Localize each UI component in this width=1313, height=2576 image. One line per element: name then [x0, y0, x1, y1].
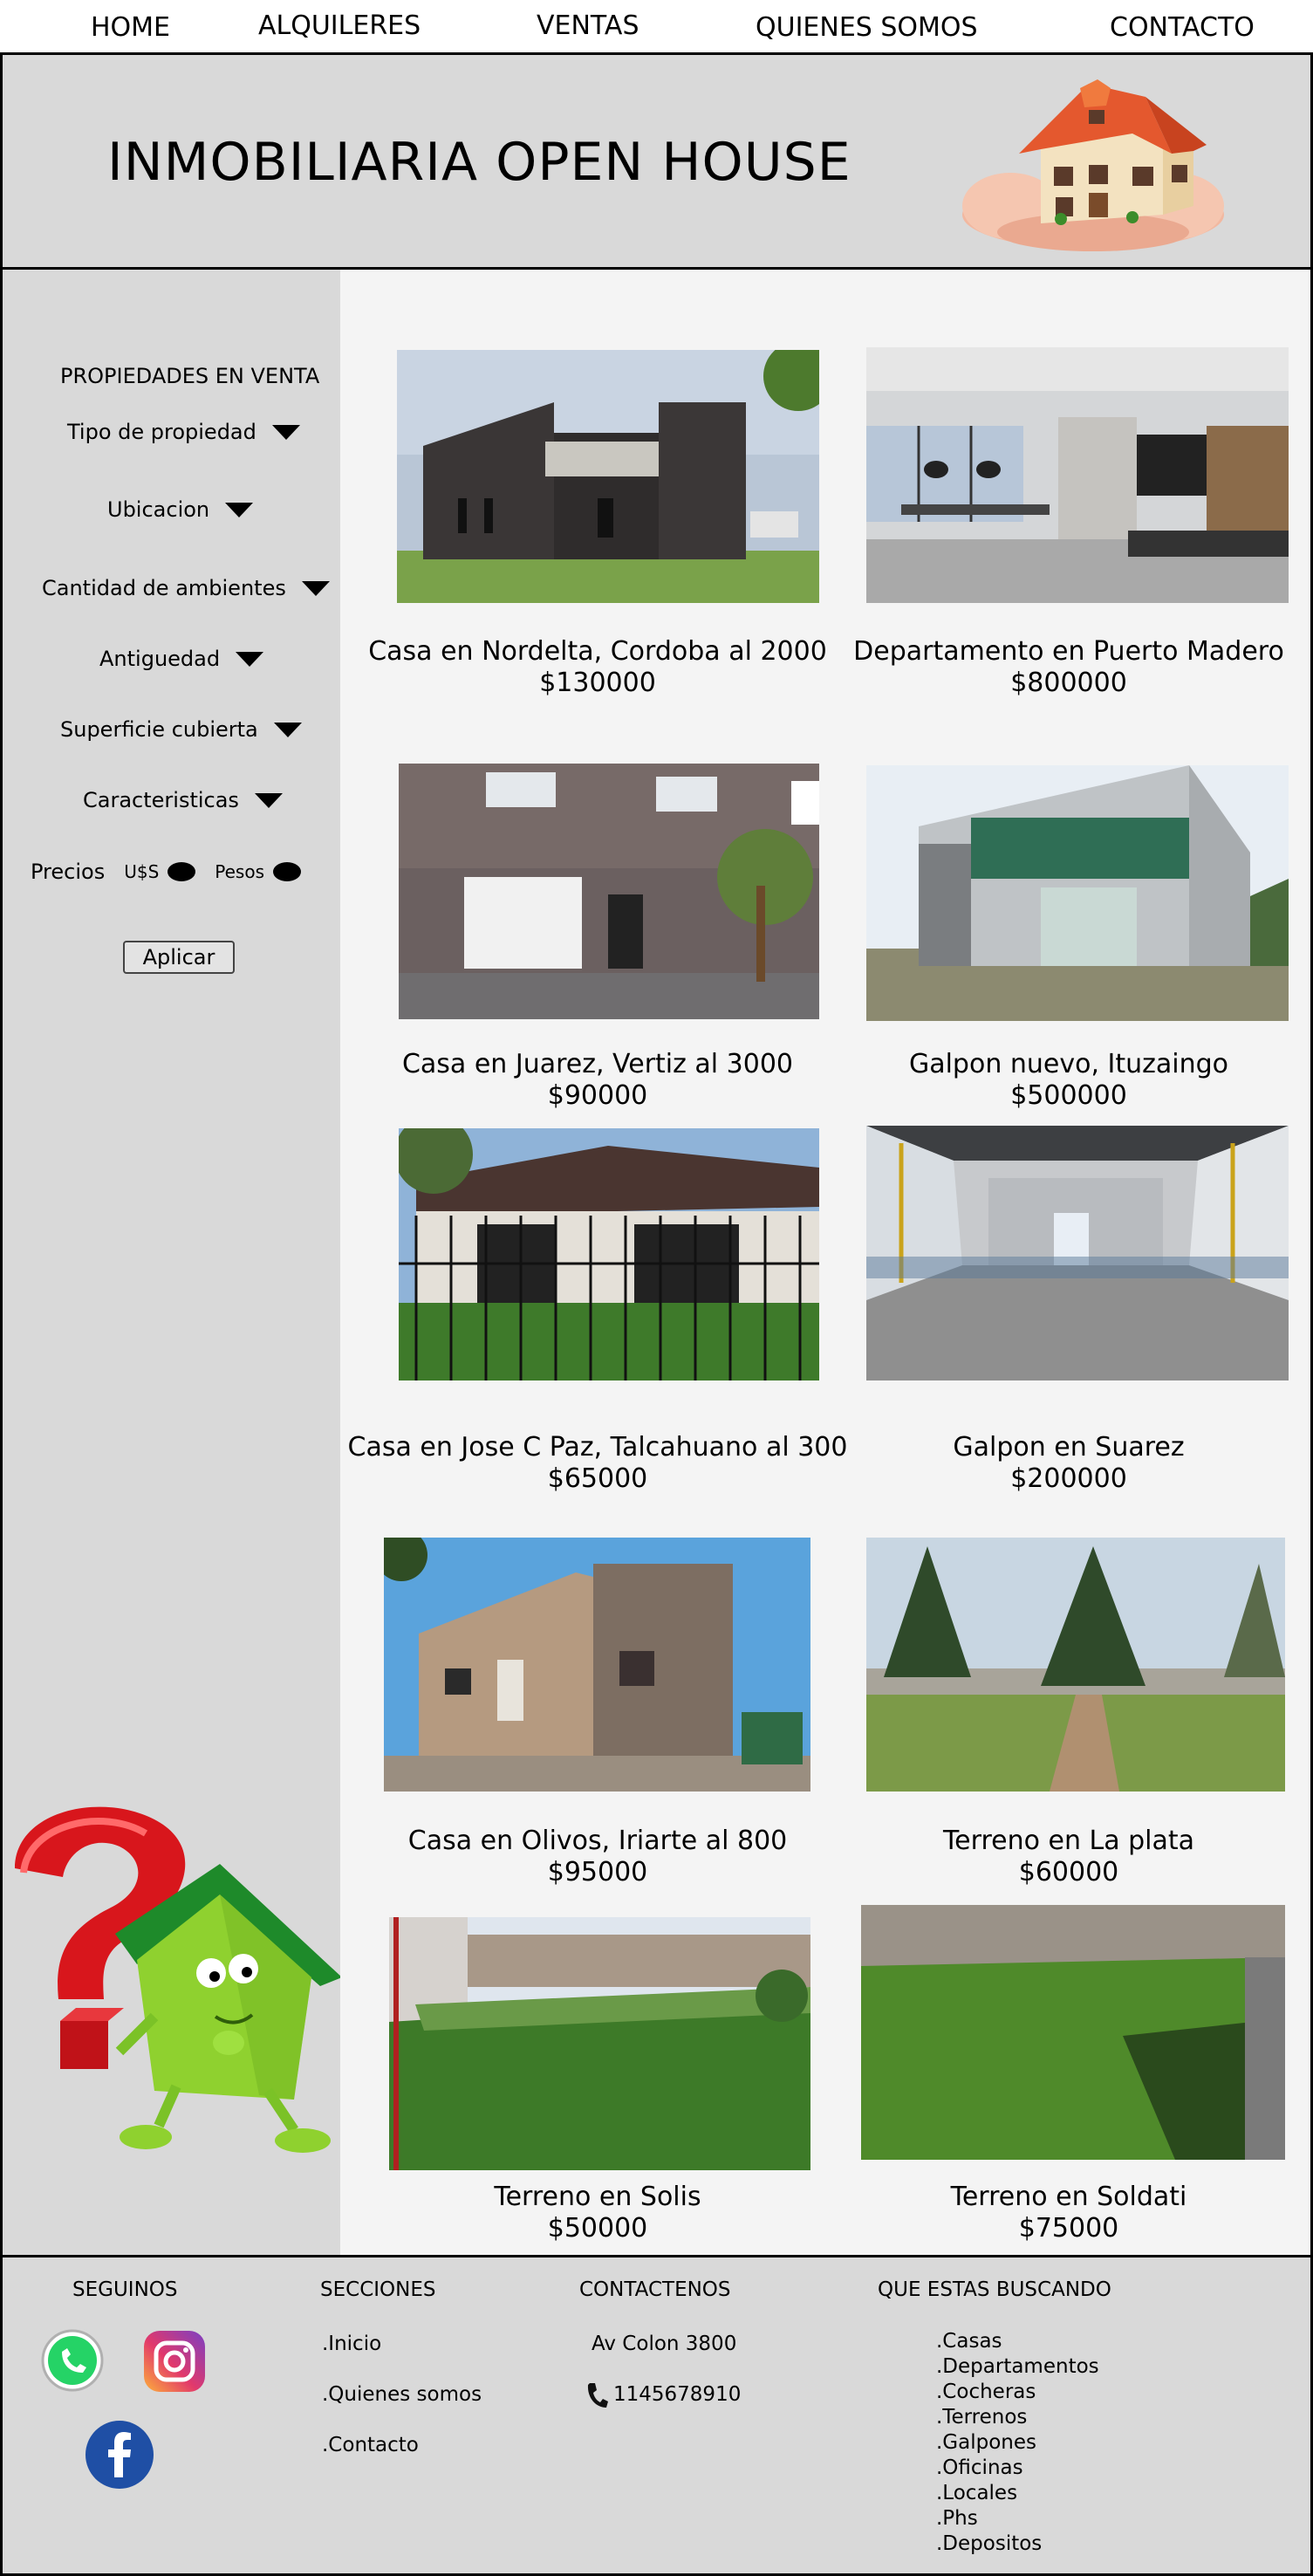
dropdown-arrow-icon [273, 722, 302, 737]
listing-price: $60000 [1018, 1857, 1119, 1887]
question-house-illustration [15, 1806, 342, 2153]
listing-photo-depto-puerto-madero[interactable] [866, 347, 1289, 603]
filter-ubicacion[interactable]: Ubicacion [107, 497, 254, 522]
filter-label: Caracteristicas [83, 788, 239, 812]
listing-title[interactable]: Galpon en Suarez [824, 1432, 1313, 1463]
listing-price: $65000 [547, 1463, 648, 1494]
top-nav: HOME ALQUILERES VENTAS QUIENES SOMOS CON… [0, 0, 1313, 55]
listing-price: $130000 [539, 668, 656, 698]
nav-quienes-somos[interactable]: QUIENES SOMOS [756, 12, 978, 43]
listing-title[interactable]: Galpon nuevo, Ituzaingo [824, 1049, 1313, 1079]
listing-title[interactable]: Terreno en La plata [824, 1826, 1313, 1856]
whatsapp-icon[interactable] [39, 2327, 106, 2394]
sidebar-heading: PROPIEDADES EN VENTA [60, 364, 320, 388]
footer-contact-heading: CONTACTENOS [579, 2278, 731, 2301]
dropdown-arrow-icon [254, 792, 283, 808]
listing-price: $90000 [547, 1080, 648, 1111]
footer-search-item[interactable]: .Departamentos [936, 2354, 1099, 2380]
footer-search-item[interactable]: .Casas [936, 2329, 1099, 2354]
dropdown-arrow-icon [236, 651, 264, 667]
filter-antiguedad[interactable]: Antiguedad [99, 647, 264, 671]
footer-search-item[interactable]: .Oficinas [936, 2456, 1099, 2481]
filter-superficie-cubierta[interactable]: Superficie cubierta [60, 717, 302, 742]
footer-search-item[interactable]: .Depositos [936, 2531, 1099, 2557]
dropdown-arrow-icon [225, 502, 254, 517]
footer-phone[interactable]: 1145678910 [613, 2383, 741, 2406]
dropdown-arrow-icon [271, 424, 300, 440]
listing-photo-casa-juarez[interactable] [399, 764, 819, 1019]
listing-title[interactable]: Casa en Olivos, Iriarte al 800 [340, 1826, 855, 1856]
filter-label: Tipo de propiedad [67, 420, 256, 444]
footer-link-contacto[interactable]: .Contacto [322, 2434, 419, 2456]
listing-photo-terreno-solis[interactable] [389, 1917, 810, 2170]
listing-photo-casa-jose-c-paz[interactable] [399, 1128, 819, 1380]
nav-home[interactable]: HOME [91, 12, 170, 43]
footer-search-item[interactable]: .Phs [936, 2506, 1099, 2531]
listing-title[interactable]: Casa en Nordelta, Cordoba al 2000 [340, 636, 855, 667]
footer-link-inicio[interactable]: .Inicio [322, 2333, 381, 2355]
site-title: INMOBILIARIA OPEN HOUSE [107, 132, 851, 193]
price-currency-selector: Precios U$S Pesos [31, 860, 302, 884]
listing-price: $800000 [1010, 668, 1127, 698]
listing-photo-casa-nordelta[interactable] [397, 350, 819, 603]
listing-price: $200000 [1010, 1463, 1127, 1494]
house-in-hands-logo [962, 79, 1224, 251]
filter-cantidad-de-ambientes[interactable]: Cantidad de ambientes [42, 576, 330, 600]
footer-search-item[interactable]: .Cocheras [936, 2380, 1099, 2405]
pesos-label: Pesos [215, 861, 265, 882]
footer-search-item[interactable]: .Galpones [936, 2430, 1099, 2456]
footer-search-item[interactable]: .Terrenos [936, 2405, 1099, 2430]
listing-price: $75000 [1018, 2213, 1119, 2244]
listing-title[interactable]: Departamento en Puerto Madero [824, 636, 1313, 667]
listing-title[interactable]: Terreno en Solis [340, 2182, 855, 2212]
filter-label: Cantidad de ambientes [42, 576, 286, 600]
listing-photo-galpon-suarez[interactable] [866, 1126, 1289, 1380]
listings-grid: Casa en Nordelta, Cordoba al 2000 $13000… [340, 270, 1313, 2257]
nav-alquileres[interactable]: ALQUILERES [258, 10, 421, 41]
footer-search-heading: QUE ESTAS BUSCANDO [878, 2278, 1111, 2301]
nav-contacto[interactable]: CONTACTO [1110, 12, 1255, 43]
listing-photo-terreno-la-plata[interactable] [866, 1538, 1285, 1792]
filter-label: Antiguedad [99, 647, 221, 671]
footer-address: Av Colon 3800 [592, 2333, 737, 2355]
filter-label: Ubicacion [107, 497, 210, 522]
usd-radio[interactable] [168, 862, 196, 881]
filter-label: Superficie cubierta [60, 717, 258, 742]
listing-title[interactable]: Casa en Juarez, Vertiz al 3000 [340, 1049, 855, 1079]
listing-price: $50000 [547, 2213, 648, 2244]
site-header: INMOBILIARIA OPEN HOUSE [0, 55, 1313, 270]
footer-search-list: .Casas .Departamentos .Cocheras .Terreno… [936, 2329, 1099, 2557]
instagram-icon[interactable] [142, 2329, 207, 2394]
filters-sidebar: PROPIEDADES EN VENTA Tipo de propiedad U… [0, 270, 342, 2257]
footer-sections-heading: SECCIONES [320, 2278, 436, 2301]
usd-label: U$S [124, 861, 160, 882]
filter-caracteristicas[interactable]: Caracteristicas [83, 788, 283, 812]
listing-photo-terreno-soldati[interactable] [861, 1905, 1285, 2160]
footer-follow-heading: SEGUINOS [72, 2278, 178, 2301]
phone-icon [587, 2383, 608, 2408]
listing-title[interactable]: Casa en Jose C Paz, Talcahuano al 300 [340, 1432, 855, 1463]
site-footer: SEGUINOS SECCIONES .Inicio .Quienes somo… [0, 2255, 1313, 2576]
precios-label: Precios [31, 860, 106, 884]
listing-title[interactable]: Terreno en Soldati [824, 2182, 1313, 2212]
listing-photo-casa-olivos[interactable] [384, 1538, 810, 1792]
filter-tipo-de-propiedad[interactable]: Tipo de propiedad [67, 420, 300, 444]
footer-search-item[interactable]: .Locales [936, 2481, 1099, 2506]
listing-photo-galpon-ituzaingo[interactable] [866, 765, 1289, 1021]
facebook-icon[interactable] [85, 2420, 154, 2490]
nav-ventas[interactable]: VENTAS [537, 10, 639, 41]
listing-price: $95000 [547, 1857, 648, 1887]
footer-link-quienes-somos[interactable]: .Quienes somos [322, 2383, 482, 2406]
listing-price: $500000 [1010, 1080, 1127, 1111]
apply-button[interactable]: Aplicar [123, 941, 235, 974]
dropdown-arrow-icon [301, 580, 330, 596]
pesos-radio[interactable] [273, 862, 302, 881]
